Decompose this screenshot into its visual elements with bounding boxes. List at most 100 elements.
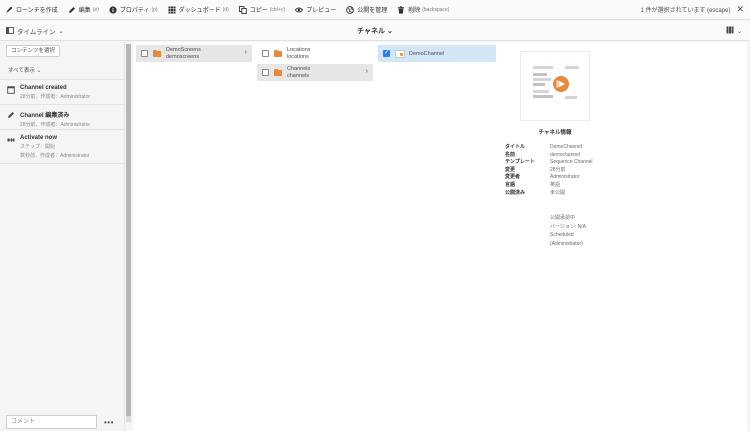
show-all-label: すべて表示 bbox=[8, 68, 35, 74]
trash-icon bbox=[397, 5, 405, 14]
version-line: バージョン: N/A bbox=[550, 223, 587, 230]
meta-row: 公開済み 未公開 bbox=[505, 190, 593, 198]
item-name: channels bbox=[287, 72, 310, 79]
column-item-demochannel[interactable]: ✓ DemoChannel bbox=[378, 45, 496, 62]
column-view bbox=[133, 42, 747, 431]
row-checkbox[interactable] bbox=[262, 69, 269, 76]
grid-icon bbox=[168, 6, 176, 14]
publication-status-line: 公開承認中 bbox=[550, 215, 576, 221]
timeline-rail: コンテンツを選択 すべて表示 ⌄ Channel created 28分前、作成… bbox=[0, 42, 125, 431]
delete-shortcut: (backspace) bbox=[422, 6, 450, 13]
publication-status: 公開承認中 バージョン: N/A Scheduled (Administrato… bbox=[550, 214, 586, 248]
preview-button[interactable]: プレビュー bbox=[290, 0, 341, 20]
timeline-item[interactable]: Channel 編集済み 28分前、作成者：Administrator bbox=[0, 104, 124, 129]
copy-label: コピー bbox=[249, 8, 268, 14]
properties-shortcut: (p) bbox=[151, 6, 158, 13]
create-launch-label: ローンチを作成 bbox=[16, 8, 58, 14]
dashboard-button[interactable]: ダッシュボード (d) bbox=[163, 0, 234, 20]
column-item-locations[interactable]: Locations locations bbox=[257, 45, 373, 62]
meta-value: DemoChannel bbox=[550, 144, 582, 150]
channel-metadata: タイトル DemoChannel 名前 demochannel テンプレート Sequ… bbox=[505, 144, 593, 197]
chevron-down-icon: ⌄ bbox=[58, 28, 64, 35]
folder-icon bbox=[274, 49, 282, 57]
create-launch-button[interactable]: ローンチを作成 bbox=[0, 0, 63, 20]
copy-shortcut: (ctrl+c) bbox=[269, 6, 286, 13]
timeline-item-title: Channel 編集済み bbox=[20, 113, 70, 119]
pencil-icon bbox=[7, 111, 15, 119]
preview-heading: チャネル情報 bbox=[538, 130, 572, 136]
page-icon bbox=[7, 86, 15, 94]
manage-publication-button[interactable]: 公開を管理 bbox=[341, 0, 392, 20]
column-view-icon bbox=[726, 26, 734, 36]
edit-shortcut: (e) bbox=[92, 6, 99, 13]
timeline-item-step: ステップ：開始 bbox=[20, 144, 56, 150]
rocket-icon bbox=[5, 6, 13, 14]
meta-row: タイトル DemoChannel bbox=[505, 144, 593, 152]
scheduled-by-line: (Administrator) bbox=[550, 240, 583, 247]
delete-label: 削除 bbox=[408, 8, 421, 14]
rail-toggle-label: タイムライン bbox=[17, 29, 56, 36]
folder-icon bbox=[274, 68, 282, 76]
item-name: demoscreens bbox=[166, 53, 200, 60]
timeline-item-meta: 数秒前、作成者：Administrator bbox=[20, 153, 90, 159]
meta-value: 英語 bbox=[550, 181, 561, 188]
meta-key: 言語 bbox=[505, 181, 516, 188]
timeline-item[interactable]: Activate now ステップ：開始 数秒前、作成者：Administrat… bbox=[0, 129, 124, 164]
show-all-dropdown[interactable]: すべて表示 ⌄ bbox=[8, 66, 41, 74]
meta-key: テンプレート bbox=[505, 159, 535, 166]
eye-icon bbox=[295, 6, 304, 14]
column-item-channels[interactable]: Channels channels › bbox=[257, 64, 373, 81]
item-title: DemoChannel bbox=[409, 50, 445, 57]
rail-scrollbar[interactable] bbox=[126, 44, 131, 422]
rail-scrollbar-thumb[interactable] bbox=[126, 44, 131, 416]
dashboard-shortcut: (d) bbox=[222, 6, 229, 13]
view-switcher-button[interactable]: ⌄ bbox=[726, 26, 742, 36]
row-checkbox-checked[interactable]: ✓ bbox=[383, 50, 390, 57]
timeline-item-title: Channel created bbox=[20, 85, 67, 91]
sequence-channel-icon bbox=[533, 66, 579, 99]
row-checkbox[interactable] bbox=[141, 50, 148, 57]
selection-status: 1 件が選択されています (escape) ✕ bbox=[641, 4, 750, 15]
rail-toggle-button[interactable]: タイムライン ⌄ bbox=[6, 26, 64, 36]
view-toolbar: タイムライン ⌄ チャネル ⌄ ⌄ bbox=[0, 21, 750, 41]
delete-button[interactable]: 削除 (backspace) bbox=[392, 0, 454, 20]
title-chevron-down-icon[interactable]: ⌄ bbox=[387, 28, 393, 35]
timeline-item-title: Activate now bbox=[20, 135, 58, 141]
comment-input[interactable] bbox=[6, 415, 97, 429]
more-options-button[interactable]: ••• bbox=[104, 418, 114, 427]
meta-row: 言語 英語 bbox=[505, 182, 593, 190]
meta-key: 公開済み bbox=[505, 189, 526, 196]
meta-key: 変更者 bbox=[505, 174, 521, 181]
channel-preview-thumbnail bbox=[520, 51, 590, 121]
copy-button[interactable]: コピー (ctrl+c) bbox=[234, 0, 290, 20]
edit-button[interactable]: 編集 (e) bbox=[63, 0, 104, 20]
row-checkbox[interactable] bbox=[262, 50, 269, 57]
item-title: Locations bbox=[287, 46, 311, 53]
globe-icon bbox=[346, 5, 355, 14]
folder-icon bbox=[153, 49, 161, 57]
timeline-item-meta: 28分前、作成者：Administrator bbox=[20, 122, 91, 128]
select-content-button[interactable]: コンテンツを選択 bbox=[6, 45, 61, 57]
column-item-demoscreens[interactable]: DemoScreens demoscreens › bbox=[136, 45, 252, 62]
meta-value: demochannel bbox=[550, 151, 581, 158]
show-all-chevron-icon: ⌄ bbox=[36, 68, 42, 74]
close-icon[interactable]: ✕ bbox=[736, 4, 744, 15]
workflow-icon bbox=[7, 136, 15, 144]
timeline-item[interactable]: Channel created 28分前、作成者：Administrator bbox=[0, 79, 124, 104]
dashboard-label: ダッシュボード bbox=[178, 8, 221, 14]
preview-label: プレビュー bbox=[306, 8, 337, 14]
timeline-item-meta: 28分前、作成者：Administrator bbox=[20, 94, 91, 100]
meta-key: タイトル bbox=[505, 144, 526, 150]
action-bar: ローンチを作成 編集 (e) プロパティ (p) ダッシュボード (d) コピー… bbox=[0, 0, 750, 20]
manage-publication-label: 公開を管理 bbox=[357, 8, 388, 14]
page-title-text: チャネル bbox=[357, 28, 386, 35]
meta-row: テンプレート Sequence Channel bbox=[505, 159, 593, 167]
info-icon bbox=[109, 5, 117, 14]
edit-label: 編集 bbox=[78, 8, 91, 14]
properties-button[interactable]: プロパティ (p) bbox=[104, 0, 163, 20]
meta-value: 28分前 bbox=[550, 166, 566, 173]
item-title: Channels bbox=[287, 65, 311, 72]
meta-row: 変更者 Administrator bbox=[505, 174, 593, 182]
selection-status-text: 1 件が選択されています (escape) bbox=[640, 8, 731, 14]
chevron-right-icon: › bbox=[365, 68, 368, 75]
